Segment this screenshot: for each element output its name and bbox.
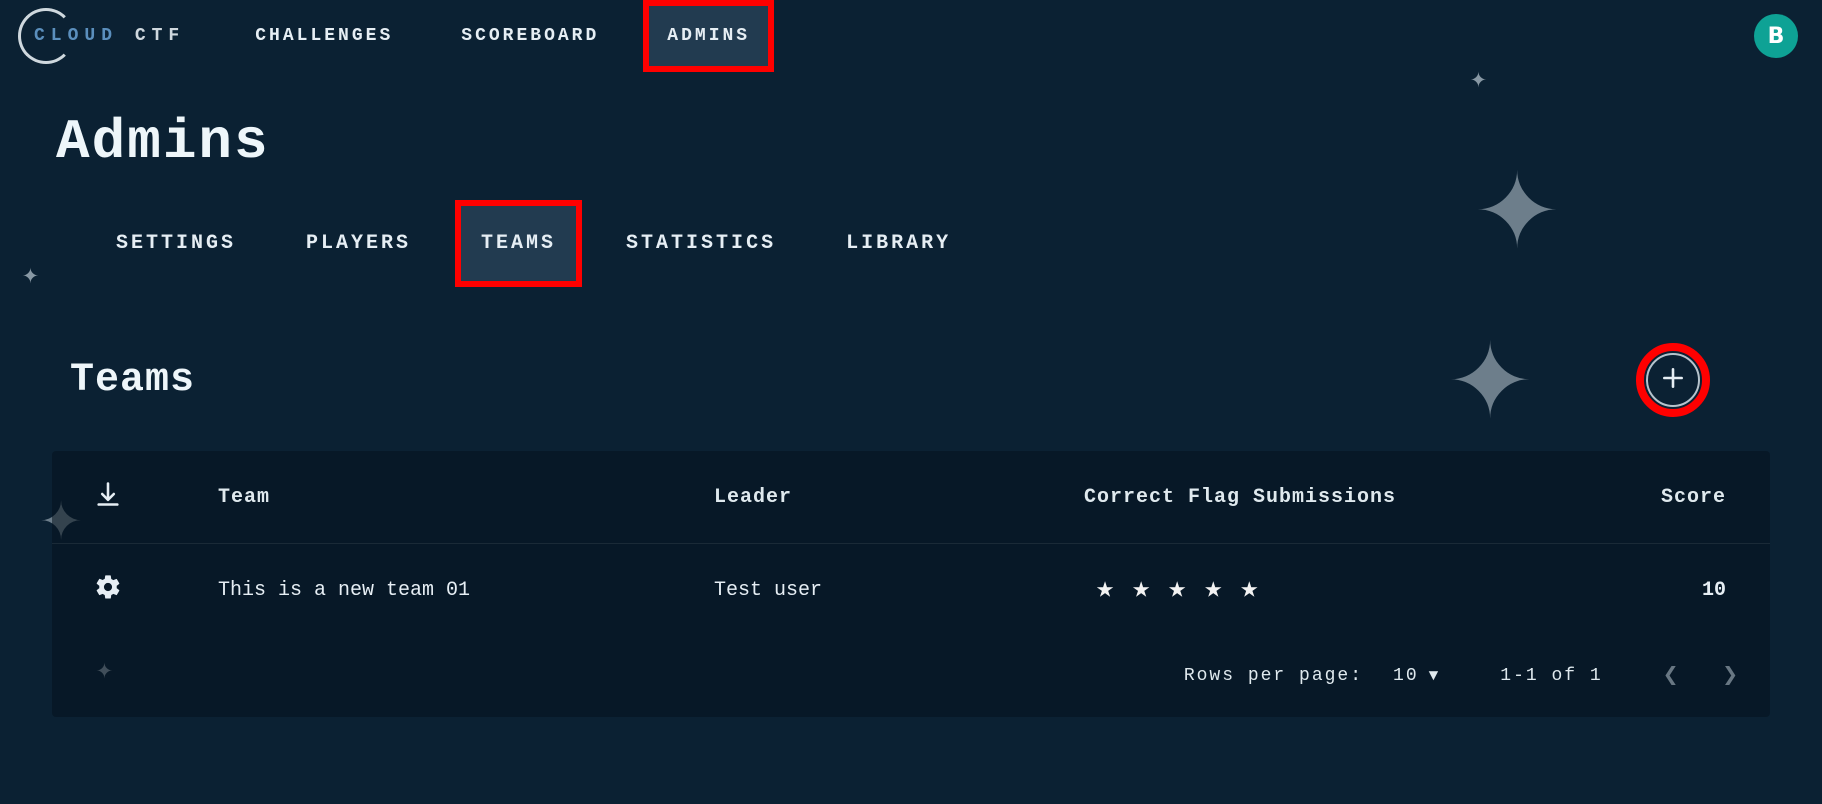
cell-flag-submissions: ★ ★ ★ ★ ★	[1084, 575, 1524, 605]
col-flags: Correct Flag Submissions	[1084, 486, 1524, 509]
prev-page-button[interactable]: ❮	[1663, 660, 1681, 691]
section-title: Teams	[70, 358, 195, 403]
cell-team: This is a new team 01	[218, 579, 704, 602]
star-icon: ★	[1240, 575, 1258, 605]
col-leader: Leader	[714, 486, 1074, 509]
nav-item-challenges[interactable]: CHALLENGES	[235, 4, 413, 68]
star-icon: ★	[1168, 575, 1186, 605]
logo-arc-icon	[18, 8, 74, 64]
tab-settings[interactable]: SETTINGS	[94, 204, 258, 283]
brand-logo[interactable]: CLOUD CTF	[18, 8, 185, 64]
col-score: Score	[1534, 486, 1734, 509]
star-icon: ★	[1132, 575, 1150, 605]
download-icon	[94, 480, 122, 515]
tab-library[interactable]: LIBRARY	[824, 204, 973, 283]
row-settings-button[interactable]	[88, 570, 128, 610]
primary-nav: CHALLENGES SCOREBOARD ADMINS	[235, 4, 770, 68]
admin-subnav: SETTINGS PLAYERS TEAMS STATISTICS LIBRARY	[94, 204, 1770, 283]
add-team-button[interactable]	[1646, 353, 1700, 407]
add-team-container	[1636, 343, 1710, 417]
gear-icon	[94, 573, 122, 608]
next-page-button[interactable]: ❯	[1722, 660, 1740, 691]
nav-item-scoreboard[interactable]: SCOREBOARD	[441, 4, 619, 68]
tab-players[interactable]: PLAYERS	[284, 204, 433, 283]
star-icon: ★	[1204, 575, 1222, 605]
user-avatar[interactable]: B	[1754, 14, 1798, 58]
cell-score: 10	[1534, 579, 1734, 602]
caret-down-icon: ▼	[1429, 667, 1441, 685]
nav-item-admins[interactable]: ADMINS	[647, 4, 770, 68]
rows-per-page: Rows per page: 10 ▼	[1184, 666, 1440, 686]
table-footer: Rows per page: 10 ▼ 1-1 of 1 ❮ ❯	[52, 636, 1770, 717]
rows-per-page-select[interactable]: 10 ▼	[1393, 666, 1440, 686]
page: Admins SETTINGS PLAYERS TEAMS STATISTICS LIB…	[0, 72, 1822, 747]
table-header-row: Team Leader Correct Flag Submissions Sco…	[52, 451, 1770, 544]
page-title: Admins	[56, 110, 1770, 174]
col-team: Team	[218, 486, 704, 509]
cell-leader: Test user	[714, 579, 1074, 602]
pagination-range: 1-1 of 1	[1500, 666, 1602, 686]
rows-per-page-label: Rows per page:	[1184, 666, 1363, 686]
download-button[interactable]	[88, 477, 128, 517]
tab-teams[interactable]: TEAMS	[459, 204, 578, 283]
section-header-row: Teams	[52, 343, 1770, 417]
top-header: CLOUD CTF CHALLENGES SCOREBOARD ADMINS B	[0, 0, 1822, 72]
star-icon: ★	[1096, 575, 1114, 605]
brand-ctf: CTF	[118, 26, 185, 46]
plus-icon	[1660, 365, 1686, 396]
pagination-arrows: ❮ ❯	[1663, 660, 1740, 691]
teams-table: Team Leader Correct Flag Submissions Sco…	[52, 451, 1770, 717]
table-row: This is a new team 01 Test user ★ ★ ★ ★ ★ 10	[52, 544, 1770, 636]
rows-per-page-value: 10	[1393, 666, 1419, 686]
tab-statistics[interactable]: STATISTICS	[604, 204, 798, 283]
avatar-initial: B	[1768, 24, 1785, 49]
